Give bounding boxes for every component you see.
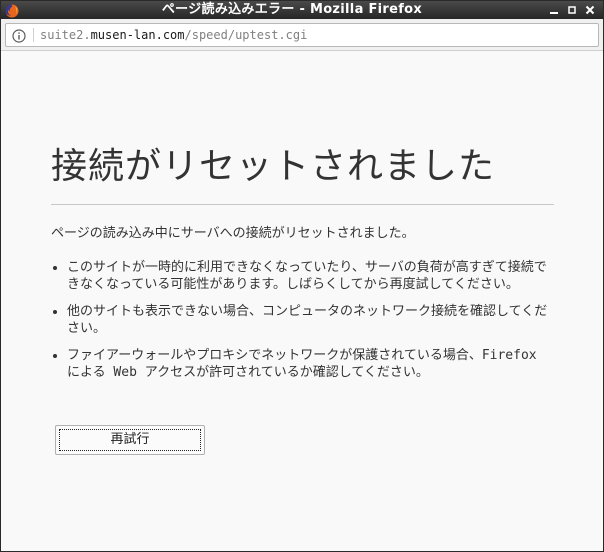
reason-item: このサイトが一時的に利用できなくなっていたり、サーバの負荷が高すぎて接続できなく… — [51, 259, 551, 293]
url-path: /speed/uptest.cgi — [184, 28, 308, 42]
reason-list: このサイトが一時的に利用できなくなっていたり、サーバの負荷が高すぎて接続できなく… — [51, 259, 551, 391]
retry-label: 再試行 — [59, 429, 201, 451]
window-title: ページ読み込みエラー - Mozilla Firefox — [161, 2, 423, 17]
title-bar: ページ読み込みエラー - Mozilla Firefox — [1, 1, 603, 19]
url-text[interactable]: suite2.musen-lan.com/speed/uptest.cgi — [40, 27, 307, 43]
firefox-icon — [5, 3, 19, 18]
title-divider — [51, 204, 554, 205]
close-icon[interactable] — [583, 3, 597, 17]
reason-item: ファイアーウォールやプロキシでネットワークが保護されている場合、Firefox … — [51, 347, 551, 381]
minimize-icon[interactable] — [547, 3, 561, 17]
reason-item: 他のサイトも表示できない場合、コンピュータのネットワーク接続を確認してください。 — [51, 303, 551, 337]
browser-window: ページ読み込みエラー - Mozilla Firefox suite2.muse… — [0, 0, 604, 552]
navigation-bar: suite2.musen-lan.com/speed/uptest.cgi — [1, 19, 603, 51]
page-title: 接続がリセットされました — [51, 146, 496, 187]
maximize-icon[interactable] — [565, 3, 579, 17]
url-separator — [33, 28, 34, 42]
url-domain: musen-lan.com — [90, 28, 185, 42]
error-intro: ページの読み込み中にサーバへの接続がリセットされました。 — [51, 226, 415, 241]
url-bar[interactable]: suite2.musen-lan.com/speed/uptest.cgi — [5, 23, 599, 47]
info-icon[interactable] — [12, 28, 26, 43]
retry-button[interactable]: 再試行 — [55, 425, 205, 455]
error-page: 接続がリセットされました ページの読み込み中にサーバへの接続がリセットされました… — [1, 51, 603, 551]
url-prefix: suite2. — [40, 28, 91, 42]
window-controls — [543, 1, 597, 19]
